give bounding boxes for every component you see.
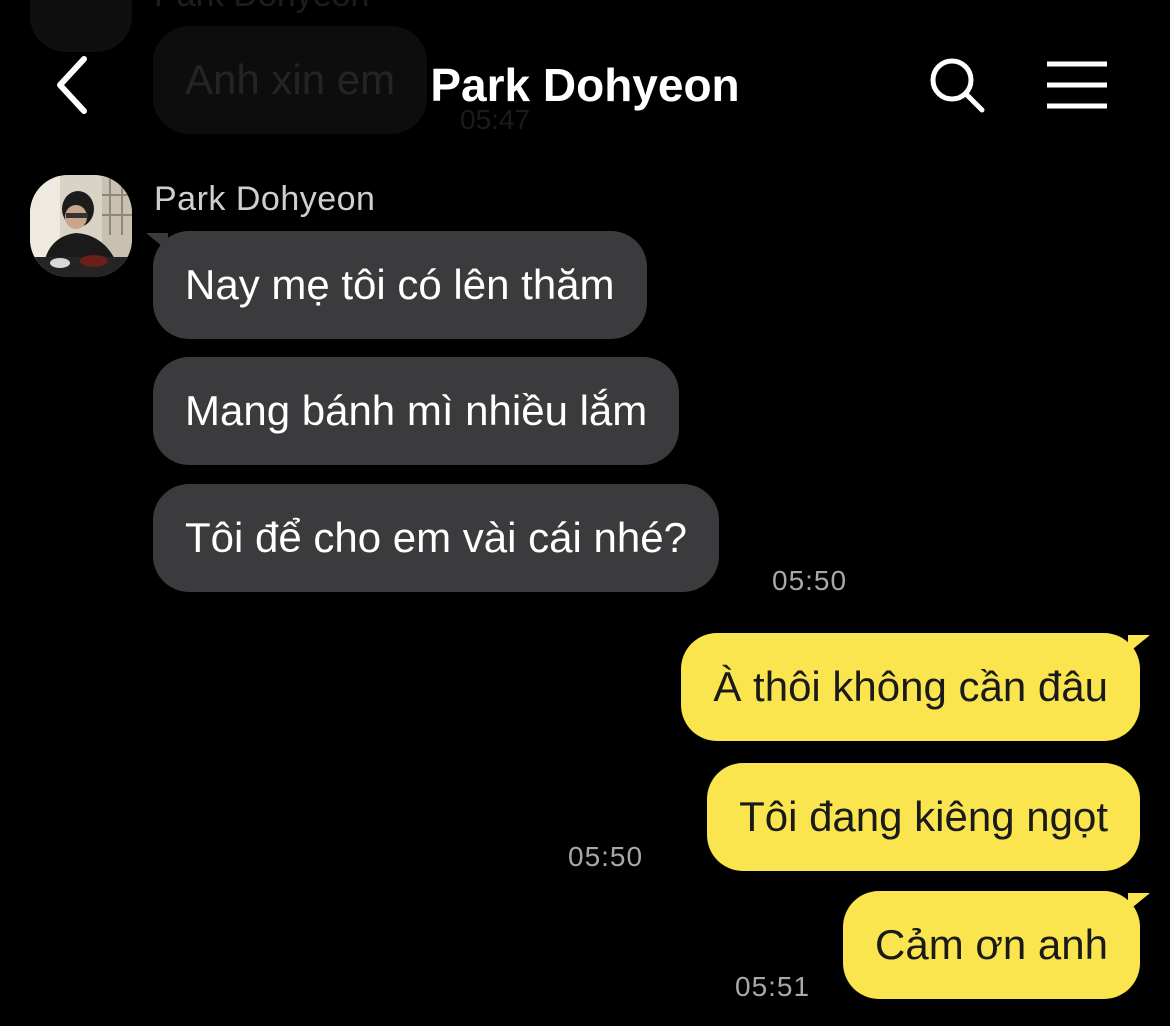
outgoing-message-bubble[interactable]: Tôi đang kiêng ngọt xyxy=(707,763,1140,871)
message-timestamp: 05:51 xyxy=(735,971,811,1002)
chat-header: Park Dohyeon xyxy=(0,30,1170,146)
incoming-message-bubble[interactable]: Mang bánh mì nhiều lắm xyxy=(153,357,680,465)
incoming-message-bubble[interactable]: Tôi để cho em vài cái nhé? xyxy=(153,484,719,592)
outgoing-message-bubble[interactable]: Cảm ơn anh xyxy=(843,891,1140,999)
chat-title: Park Dohyeon xyxy=(430,59,740,111)
avatar[interactable] xyxy=(30,175,132,277)
incoming-message-bubble[interactable]: Nay mẹ tôi có lên thăm xyxy=(153,231,647,339)
profile-photo xyxy=(30,175,132,277)
sender-name: Park Dohyeon xyxy=(154,0,369,15)
message-timestamp: 05:50 xyxy=(568,841,644,872)
message-timestamp: 05:50 xyxy=(772,565,848,596)
sender-name: Park Dohyeon xyxy=(154,180,376,218)
menu-button[interactable] xyxy=(1040,52,1114,118)
search-button[interactable] xyxy=(924,52,990,118)
outgoing-message-bubble[interactable]: À thôi không cần đâu xyxy=(681,633,1140,741)
search-icon xyxy=(930,58,985,113)
hamburger-menu-icon xyxy=(1047,61,1107,109)
